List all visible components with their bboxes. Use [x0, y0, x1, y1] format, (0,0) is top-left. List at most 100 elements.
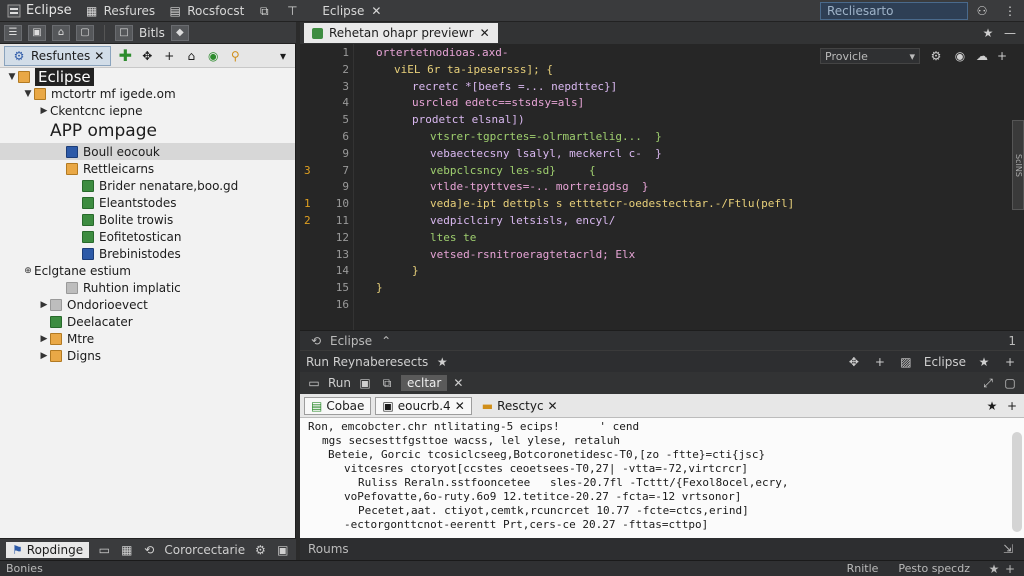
gutter-marker[interactable]: 3 — [304, 164, 311, 177]
tree-arrow-icon[interactable]: ⊕ — [22, 266, 34, 276]
image-icon[interactable]: ▨ — [898, 354, 914, 370]
editor-tab[interactable]: Rehetan ohapr previewr ✕ — [304, 23, 498, 43]
refresh-icon[interactable]: ◉ — [205, 48, 221, 64]
collapse-icon[interactable]: — — [1002, 25, 1018, 41]
add-icon[interactable]: + — [1002, 561, 1018, 576]
tree-item[interactable]: Eleantstodes — [0, 194, 295, 211]
tree-item[interactable]: Ruhtion implatic — [0, 279, 295, 296]
code-line[interactable]: viEL 6r ta-ipesersss]; { — [394, 63, 553, 76]
code-line[interactable]: prodetct elsnal]) — [412, 113, 525, 126]
menu-rocsfocst[interactable]: ▤ Rocsfocst — [161, 3, 250, 19]
toolbar-button-3[interactable]: ⌂ — [52, 24, 70, 41]
code-line[interactable]: ortertetnodioas.axd- — [376, 46, 508, 59]
more-button[interactable]: ⋮ — [996, 3, 1024, 19]
window-icon[interactable]: ▭ — [97, 542, 111, 558]
star-icon[interactable]: ★ — [980, 25, 996, 41]
close-icon[interactable]: ✕ — [548, 399, 558, 413]
menu-resfures[interactable]: ▦ Resfures — [78, 3, 162, 19]
console-output[interactable]: Ron, emcobcter.chr ntlitating-5 ecips! '… — [300, 418, 1024, 538]
tree-item[interactable]: ▶ Ckentcnc iepne — [0, 102, 295, 119]
tree-item[interactable]: Brider nenatare,boo.gd — [0, 177, 295, 194]
console-line[interactable]: -ectorgonttcnot-eerentt Prt,cers-ce 20.2… — [344, 518, 708, 531]
tree-item[interactable]: ▶ Ondorioevect — [0, 296, 295, 313]
close-icon[interactable]: ✕ — [94, 49, 104, 63]
toolbar-button-4[interactable]: ▢ — [76, 24, 94, 41]
tree-arrow-icon[interactable]: ▶ — [38, 334, 50, 344]
filter-icon[interactable]: ⚲ — [227, 48, 243, 64]
console-line[interactable]: mgs secsesttfgsttoe wacss, lel ylese, re… — [322, 434, 620, 447]
window-icon[interactable]: ▭ — [306, 375, 322, 391]
move-icon[interactable]: ✥ — [139, 48, 155, 64]
sync-icon[interactable]: ⟲ — [308, 333, 324, 349]
user-button[interactable]: ⚇ — [968, 3, 996, 19]
tree-item[interactable]: ⊕ Eclgtane estium — [0, 262, 295, 279]
cloud-icon[interactable]: ☁ — [974, 48, 990, 64]
toolbar-button-5[interactable]: □ — [115, 24, 133, 41]
expand-icon[interactable]: ⤢ — [980, 375, 996, 391]
add-icon[interactable]: + — [1004, 398, 1020, 414]
app-menu[interactable]: Eclipse — [0, 3, 78, 19]
code-line[interactable]: } — [412, 264, 419, 277]
console-line[interactable]: voPefovatte,6o-ruty.6o9 12.tetitce-20.27… — [344, 490, 741, 503]
star-icon[interactable]: ★ — [976, 354, 992, 370]
tree-arrow-icon[interactable]: ▶ — [38, 106, 50, 116]
add-icon[interactable]: ✚ — [117, 47, 133, 64]
star-icon[interactable]: ★ — [986, 561, 1002, 576]
code-editor[interactable]: 1 2 3 4 5 6 9 7 9 10 11 12 13 14 15 16 3 1 2 ortertetnodio… — [300, 44, 1024, 330]
tree-item[interactable]: Bolite trowis — [0, 211, 295, 228]
tile-icon[interactable]: ▦ — [120, 542, 134, 558]
split-button[interactable]: ⊤ — [278, 3, 306, 19]
resize-icon[interactable]: ⇲ — [1000, 541, 1016, 557]
code-line[interactable]: veda]e-ipt dettpls s etttetcr-oedestectt… — [430, 197, 794, 210]
hat-icon[interactable]: ⌂ — [183, 48, 199, 64]
console-line[interactable]: Beteie, Gorcic tcosiclcseeg,Botcoronetid… — [328, 448, 765, 461]
maximize-icon[interactable]: ▢ — [1002, 375, 1018, 391]
code-line[interactable]: ltes te — [430, 231, 476, 244]
vertical-scrollbar[interactable]: ScINS — [1012, 120, 1024, 210]
tree-arrow-icon[interactable]: ▼ — [22, 89, 34, 99]
toolbar-button-1[interactable]: ☰ — [4, 24, 22, 41]
toolbar-button-2[interactable]: ▣ — [28, 24, 46, 41]
close-icon[interactable]: ✕ — [455, 399, 465, 413]
console-line[interactable]: Ron, emcobcter.chr ntlitating-5 ecips! '… — [308, 420, 639, 433]
star-icon[interactable]: ★ — [434, 354, 450, 370]
gear-icon[interactable]: ⚙ — [928, 48, 944, 64]
dropdown-icon[interactable]: ▾ — [275, 48, 291, 64]
tab-resources[interactable]: ⚙ Resfuntes ✕ — [4, 45, 112, 66]
tree-item[interactable]: Brebinistodes — [0, 245, 295, 262]
code-line[interactable]: } — [376, 281, 383, 294]
star-icon[interactable]: ★ — [984, 398, 1000, 414]
code-line[interactable]: usrcled edetc==stsdsy=als] — [412, 96, 584, 109]
search-input[interactable]: Recliesarto — [820, 1, 968, 20]
monitor-icon[interactable]: ▣ — [276, 542, 290, 558]
tab-results[interactable]: ▬ Resctyc ✕ — [476, 398, 564, 414]
tab-source[interactable]: ▣ eoucrb.4 ✕ — [375, 396, 472, 415]
close-icon[interactable]: ✕ — [453, 376, 463, 390]
console-chip[interactable]: ecltar — [401, 375, 448, 391]
close-icon[interactable]: ✕ — [368, 3, 384, 19]
plus-icon[interactable]: + — [161, 48, 177, 64]
tree-item[interactable]: ▶ Digns — [0, 347, 295, 364]
code-line[interactable]: vtlde-tpyttves=-.. mortreigdsg } — [430, 180, 649, 193]
tree-arrow-icon[interactable]: ▼ — [6, 72, 18, 82]
code-line[interactable]: recretc *[beefs =... nepdttec}] — [412, 80, 617, 93]
chevron-up-icon[interactable]: ⌃ — [378, 333, 394, 349]
tree-item[interactable]: Eofitetostican — [0, 228, 295, 245]
copy-icon[interactable]: ⧉ — [379, 375, 395, 391]
tree-item[interactable]: ▼ Eclipse — [0, 67, 295, 86]
tab-ropdinge[interactable]: ⚑ Ropdinge — [6, 541, 90, 558]
copy-button[interactable]: ⧉ — [250, 3, 278, 19]
gear-icon[interactable]: ⚙ — [253, 542, 267, 558]
add-icon[interactable]: + — [1002, 354, 1018, 370]
code-line[interactable]: vedpiclciry letsisls, encyl/ — [430, 214, 615, 227]
close-icon[interactable]: ✕ — [480, 26, 490, 40]
gutter-marker[interactable]: 1 — [304, 197, 311, 210]
preview-select[interactable]: Provicle ▾ — [820, 48, 920, 64]
code-line[interactable]: vebaectecsny lsalyl, meckercl c- } — [430, 147, 662, 160]
sync-icon[interactable]: ⟲ — [142, 542, 156, 558]
code-line[interactable]: vtsrer-tgpcrtes=-olrmartlelig... } — [430, 130, 662, 143]
code-line[interactable]: vetsed-rsnitroeragtetacrld; Elx — [430, 248, 635, 261]
console-line[interactable]: vitcesres ctoryot[ccstes ceoetsees-T0,27… — [344, 462, 748, 475]
code-line[interactable]: vebpclcsncy les-sd} { — [430, 164, 596, 177]
toolbar-button-6[interactable]: ◆ — [170, 24, 189, 41]
